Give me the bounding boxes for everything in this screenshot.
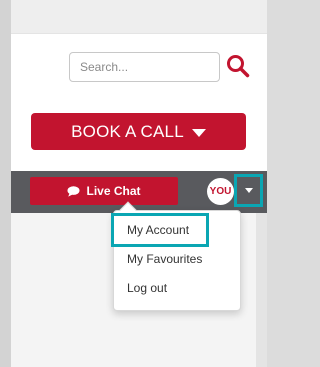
caret-down-icon (191, 128, 206, 137)
avatar[interactable]: YOU (207, 178, 234, 205)
live-chat-label: Live Chat (86, 184, 141, 198)
avatar-text: YOU (209, 186, 232, 197)
user-dropdown-menu: My Account My Favourites Log out (111, 201, 241, 311)
user-menu-toggle[interactable] (234, 174, 263, 207)
book-a-call-button[interactable]: BOOK A CALL (31, 113, 246, 150)
menu-item-label: My Account (127, 223, 190, 237)
menu-item-my-favourites[interactable]: My Favourites (114, 249, 240, 269)
caret-down-icon (244, 188, 253, 193)
top-strip (11, 0, 267, 34)
chat-bubble-icon (67, 185, 80, 197)
live-chat-button[interactable]: Live Chat (30, 177, 178, 205)
menu-item-my-account[interactable]: My Account (111, 213, 209, 247)
menu-item-label: My Favourites (127, 252, 203, 266)
search-form (69, 52, 250, 82)
left-gutter (0, 0, 11, 367)
search-input[interactable] (69, 52, 220, 82)
search-icon (226, 54, 250, 81)
book-a-call-label: BOOK A CALL (71, 121, 184, 141)
menu-item-label: Log out (127, 281, 168, 295)
menu-item-log-out[interactable]: Log out (114, 278, 240, 298)
search-button[interactable] (226, 54, 250, 80)
